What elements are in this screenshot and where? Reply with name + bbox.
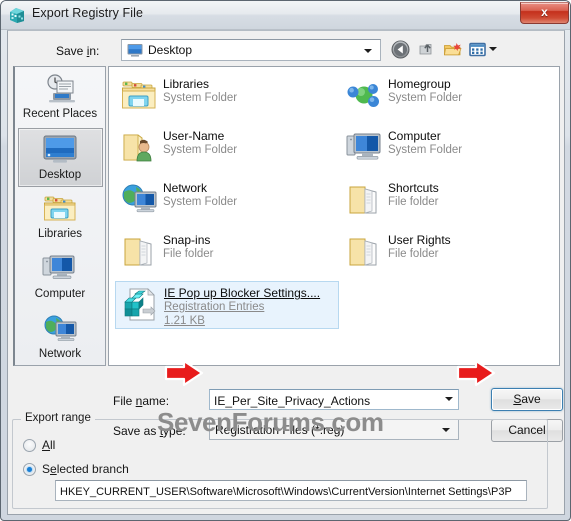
recent-places-icon (18, 68, 103, 107)
file-name-label: File name: (113, 394, 170, 408)
list-item[interactable]: Homegroup System Folder (340, 73, 558, 119)
chevron-down-icon (364, 49, 372, 53)
window-title: Export Registry File (32, 6, 144, 20)
item-size: 1.21 KB (164, 315, 205, 327)
libraries-folder-icon (18, 188, 103, 227)
list-item[interactable]: User-Name System Folder (115, 125, 333, 171)
export-registry-file-dialog: Export Registry File x Save in: Desktop (0, 0, 571, 521)
open-folder-icon (119, 232, 159, 272)
computer-icon (18, 248, 103, 287)
radio-label: Selected branch (42, 462, 129, 476)
item-subtitle: System Folder (163, 92, 238, 104)
item-name: Libraries (163, 77, 210, 91)
place-libraries[interactable]: Libraries (18, 188, 103, 247)
save-button[interactable]: Save (491, 388, 563, 411)
homegroup-icon (344, 76, 384, 116)
place-computer[interactable]: Computer (18, 248, 103, 307)
list-item[interactable]: Shortcuts File folder (340, 177, 558, 223)
item-subtitle: System Folder (163, 196, 238, 208)
item-subtitle: System Folder (388, 144, 463, 156)
views-grid-icon[interactable] (467, 39, 488, 60)
libraries-folder-icon (119, 76, 159, 116)
place-recent-places[interactable]: Recent Places (18, 68, 103, 127)
radio-label: All (42, 438, 56, 452)
open-folder-icon (344, 232, 384, 272)
reg-file-icon (120, 285, 160, 325)
list-item[interactable]: Computer System Folder (340, 125, 558, 171)
network-globe-icon (119, 180, 159, 220)
item-name: User Rights (388, 233, 451, 247)
item-name: Network (163, 181, 208, 195)
list-item[interactable]: Network System Folder (115, 177, 333, 223)
item-subtitle: File folder (388, 196, 439, 208)
places-bar: Recent Places Desktop Libraries Computer… (13, 66, 106, 366)
item-subtitle: File folder (388, 248, 439, 260)
list-item[interactable]: IE Pop up Blocker Settings.... Registrat… (115, 281, 339, 329)
radio-indicator (23, 439, 36, 452)
place-label: Desktop (38, 169, 82, 181)
save-in-value: Desktop (148, 43, 193, 57)
radio-indicator-selected (23, 463, 36, 476)
file-name-input[interactable] (209, 389, 459, 410)
item-subtitle: Registration Entries (164, 301, 265, 313)
list-item[interactable]: Libraries System Folder (115, 73, 333, 119)
views-chevron-down-icon[interactable] (489, 47, 497, 51)
export-range-title: Export range (21, 412, 95, 424)
file-name-chevron-down-icon[interactable] (445, 397, 453, 401)
item-name: IE Pop up Blocker Settings.... (164, 286, 321, 300)
close-icon: x (541, 5, 548, 19)
up-folder-icon[interactable] (417, 39, 438, 60)
save-in-row: Save in: Desktop (8, 37, 566, 67)
place-label: Recent Places (22, 108, 98, 120)
open-folder-icon (344, 180, 384, 220)
save-in-label: Save in: (56, 44, 100, 58)
list-item[interactable]: Snap-ins File folder (115, 229, 333, 275)
item-subtitle: System Folder (388, 92, 463, 104)
title-bar: Export Registry File x (1, 1, 570, 30)
item-name: User-Name (163, 129, 225, 143)
item-name: Snap-ins (163, 233, 211, 247)
place-desktop[interactable]: Desktop (17, 128, 103, 187)
computer-icon (344, 128, 384, 168)
desktop-monitor-icon (19, 129, 102, 168)
place-label: Network (38, 348, 82, 360)
back-arrow-icon[interactable] (390, 39, 411, 60)
file-list[interactable]: Libraries System Folder User-Name System… (108, 66, 560, 366)
item-name: Computer (388, 129, 441, 143)
new-folder-icon[interactable] (442, 39, 463, 60)
item-name: Shortcuts (388, 181, 439, 195)
place-network[interactable]: Network (18, 308, 103, 367)
place-label: Libraries (37, 228, 83, 240)
user-folder-icon (119, 128, 159, 168)
item-subtitle: File folder (163, 248, 214, 260)
selected-branch-input[interactable] (55, 480, 527, 501)
desktop-monitor-icon (127, 44, 143, 57)
item-name: Homegroup (388, 77, 451, 91)
registry-editor-icon (10, 8, 24, 23)
place-label: Computer (34, 288, 86, 300)
close-button[interactable]: x (520, 2, 569, 24)
save-in-combobox[interactable]: Desktop (121, 39, 381, 61)
network-globe-icon (18, 308, 103, 347)
item-subtitle: System Folder (163, 144, 238, 156)
list-item[interactable]: User Rights File folder (340, 229, 558, 275)
